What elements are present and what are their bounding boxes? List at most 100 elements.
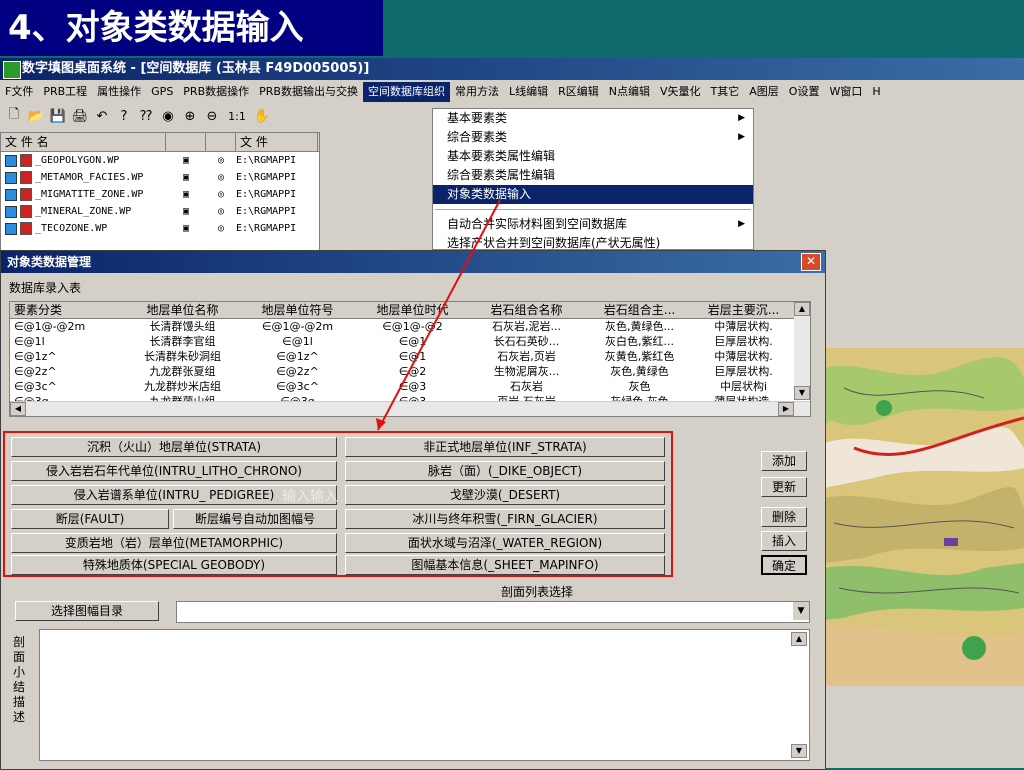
section-list-select[interactable]: ▼: [176, 601, 810, 623]
table-row[interactable]: ∈@1l 长清群李官组 ∈@1l ∈@1 长石石英砂... 灰白色,紫红... 巨厚层状构.: [10, 334, 810, 349]
help-icon[interactable]: ?: [114, 106, 134, 126]
table-label: 数据库录入表: [9, 281, 82, 295]
sheet-mapinfo-button[interactable]: 图幅基本信息(_SHEET_MAPINFO): [345, 555, 665, 575]
table-row[interactable]: ∈@1@-@2m 长清群馒头组 ∈@1@-@2m ∈@1@-@2 石灰岩,泥岩... 灰色…: [10, 319, 810, 334]
zoom-label[interactable]: 1:1: [224, 106, 250, 126]
menu-common-methods[interactable]: 常用方法: [450, 82, 504, 102]
new-file-icon[interactable]: 🗋: [4, 106, 24, 126]
ok-button[interactable]: 确定: [761, 555, 807, 575]
checkbox-icon[interactable]: [5, 188, 17, 201]
scroll-right-icon[interactable]: ▶: [778, 402, 794, 416]
overlay-text: 输入输入: [282, 489, 338, 505]
fault-button[interactable]: 断层(FAULT): [11, 509, 169, 529]
metamorphic-button[interactable]: 变质岩地（岩）层单位(METAMORPHIC): [11, 533, 337, 553]
strata-button[interactable]: 沉积（火山）地层单位(STRATA): [11, 437, 337, 457]
zoom-out-icon[interactable]: ⊖: [202, 106, 222, 126]
pan-icon[interactable]: ✋: [252, 106, 272, 126]
checkbox-icon[interactable]: [5, 205, 17, 218]
open-folder-icon[interactable]: 📂: [26, 106, 46, 126]
menu-prb-project[interactable]: PRB工程: [38, 82, 92, 102]
app-titlebar: 数字填图桌面系统 - [空间数据库 (玉林县 F49D005005)]: [0, 58, 1024, 80]
scroll-up-icon[interactable]: ▲: [794, 302, 810, 316]
close-icon[interactable]: ✕: [801, 253, 821, 271]
vertical-scrollbar[interactable]: ▲ ▼: [794, 302, 810, 400]
print-icon[interactable]: 🖨: [70, 106, 90, 126]
menu-vectorize[interactable]: V矢量化: [655, 82, 706, 102]
add-button[interactable]: 添加: [761, 451, 807, 471]
undo-icon[interactable]: ↶: [92, 106, 112, 126]
file-row[interactable]: _METAMOR_FACIES.WP ▣ ◎ E:\RGMAPPI: [1, 169, 319, 186]
column-header[interactable]: 要素分类: [10, 302, 125, 318]
dropdown-item-object-data-input[interactable]: 对象类数据输入: [433, 185, 753, 204]
menu-spatial-db[interactable]: 空间数据库组织: [362, 82, 450, 102]
column-header[interactable]: 岩层主要沉...: [696, 302, 791, 318]
horizontal-scrollbar[interactable]: ◀ ▶: [10, 401, 810, 416]
dropdown-item-composite-attr-edit[interactable]: 综合要素类属性编辑: [433, 166, 753, 185]
eye-icon[interactable]: ◎: [206, 152, 236, 169]
column-header[interactable]: 地层单位符号: [240, 302, 355, 318]
checkbox-icon[interactable]: [5, 222, 17, 235]
eye-icon[interactable]: ◎: [206, 169, 236, 186]
insert-button[interactable]: 插入: [761, 531, 807, 551]
column-header[interactable]: 岩石组合名称: [470, 302, 583, 318]
scroll-down-icon[interactable]: ▼: [794, 386, 810, 400]
menu-attribute[interactable]: 属性操作: [92, 82, 146, 102]
chevron-down-icon[interactable]: ▼: [793, 602, 809, 620]
update-button[interactable]: 更新: [761, 477, 807, 497]
menu-region-edit[interactable]: R区编辑: [553, 82, 604, 102]
dialog-titlebar: 对象类数据管理 ✕: [1, 251, 825, 273]
checkbox-icon[interactable]: [5, 171, 17, 184]
column-header[interactable]: 地层单位时代: [355, 302, 470, 318]
eye-icon[interactable]: ◎: [206, 186, 236, 203]
scroll-up-icon[interactable]: ▲: [791, 632, 807, 646]
select-sheet-button[interactable]: 选择图幅目录: [15, 601, 159, 621]
inf-strata-button[interactable]: 非正式地层单位(INF_STRATA): [345, 437, 665, 457]
firn-glacier-button[interactable]: 冰川与终年积雪(_FIRN_GLACIER): [345, 509, 665, 529]
checkbox-icon[interactable]: [5, 154, 17, 167]
desert-button[interactable]: 戈壁沙漠(_DESERT): [345, 485, 665, 505]
scroll-left-icon[interactable]: ◀: [10, 402, 26, 416]
data-table: 要素分类 地层单位名称 地层单位符号 地层单位时代 岩石组合名称 岩石组合主..…: [9, 301, 811, 417]
intru-litho-chrono-button[interactable]: 侵入岩岩石年代单位(INTRU_LITHO_CHRONO): [11, 461, 337, 481]
layers-icon[interactable]: ◉: [158, 106, 178, 126]
scroll-down-icon[interactable]: ▼: [791, 744, 807, 758]
file-row[interactable]: _TECOZONE.WP ▣ ◎ E:\RGMAPPI: [1, 220, 319, 237]
dropdown-item-basic-features[interactable]: 基本要素类 ▶: [433, 109, 753, 128]
file-row[interactable]: _GEOPOLYGON.WP ▣ ◎ E:\RGMAPPI: [1, 152, 319, 169]
summary-textarea[interactable]: ▲ ▼: [39, 629, 810, 761]
eye-icon[interactable]: ◎: [206, 220, 236, 237]
file-icon: [20, 171, 32, 184]
table-row[interactable]: ∈@3c^ 九龙群炒米店组 ∈@3c^ ∈@3 石灰岩 灰色 中层状构i: [10, 379, 810, 394]
menu-file[interactable]: F文件: [0, 82, 38, 102]
zoom-in-icon[interactable]: ⊕: [180, 106, 200, 126]
menu-gps[interactable]: GPS: [146, 82, 178, 102]
special-geobody-button[interactable]: 特殊地质体(SPECIAL GEOBODY): [11, 555, 337, 575]
dropdown-item-auto-merge[interactable]: 自动合并实际材料图到空间数据库 ▶: [433, 215, 753, 234]
menu-other[interactable]: T其它: [706, 82, 745, 102]
context-help-icon[interactable]: ⁇: [136, 106, 156, 126]
eye-icon[interactable]: ◎: [206, 203, 236, 220]
menu-layer[interactable]: A图层: [744, 82, 784, 102]
dike-object-button[interactable]: 脉岩（面）(_DIKE_OBJECT): [345, 461, 665, 481]
delete-button[interactable]: 删除: [761, 507, 807, 527]
table-row[interactable]: ∈@1z^ 长清群朱砂洞组 ∈@1z^ ∈@1 石灰岩,页岩 灰黄色,紫红色 中薄层状构.: [10, 349, 810, 364]
water-region-button[interactable]: 面状水域与沼泽(_WATER_REGION): [345, 533, 665, 553]
menu-prb-data[interactable]: PRB数据操作: [178, 82, 254, 102]
dropdown-item-basic-attr-edit[interactable]: 基本要素类属性编辑: [433, 147, 753, 166]
menu-window[interactable]: W窗口: [824, 82, 867, 102]
column-header[interactable]: 地层单位名称: [125, 302, 240, 318]
menu-point-edit[interactable]: N点编辑: [604, 82, 655, 102]
menu-settings[interactable]: O设置: [784, 82, 825, 102]
column-header[interactable]: 岩石组合主...: [583, 302, 696, 318]
menu-line-edit[interactable]: L线编辑: [504, 82, 553, 102]
dropdown-item-composite-features[interactable]: 综合要素类 ▶: [433, 128, 753, 147]
file-row[interactable]: _MIGMATITE_ZONE.WP ▣ ◎ E:\RGMAPPI: [1, 186, 319, 203]
save-icon[interactable]: 💾: [48, 106, 68, 126]
file-row[interactable]: _MINERAL_ZONE.WP ▣ ◎ E:\RGMAPPI: [1, 203, 319, 220]
file-path: E:\RGMAPPI: [236, 172, 297, 183]
menu-help[interactable]: H: [867, 82, 885, 102]
menu-prb-output[interactable]: PRB数据输出与交换: [254, 82, 363, 102]
fault-auto-sheet-button[interactable]: 断层编号自动加图幅号: [173, 509, 337, 529]
table-row[interactable]: ∈@2z^ 九龙群张夏组 ∈@2z^ ∈@2 生物泥屑灰... 灰色,黄绿色 巨厚层状构.: [10, 364, 810, 379]
file-icon: [20, 154, 32, 167]
